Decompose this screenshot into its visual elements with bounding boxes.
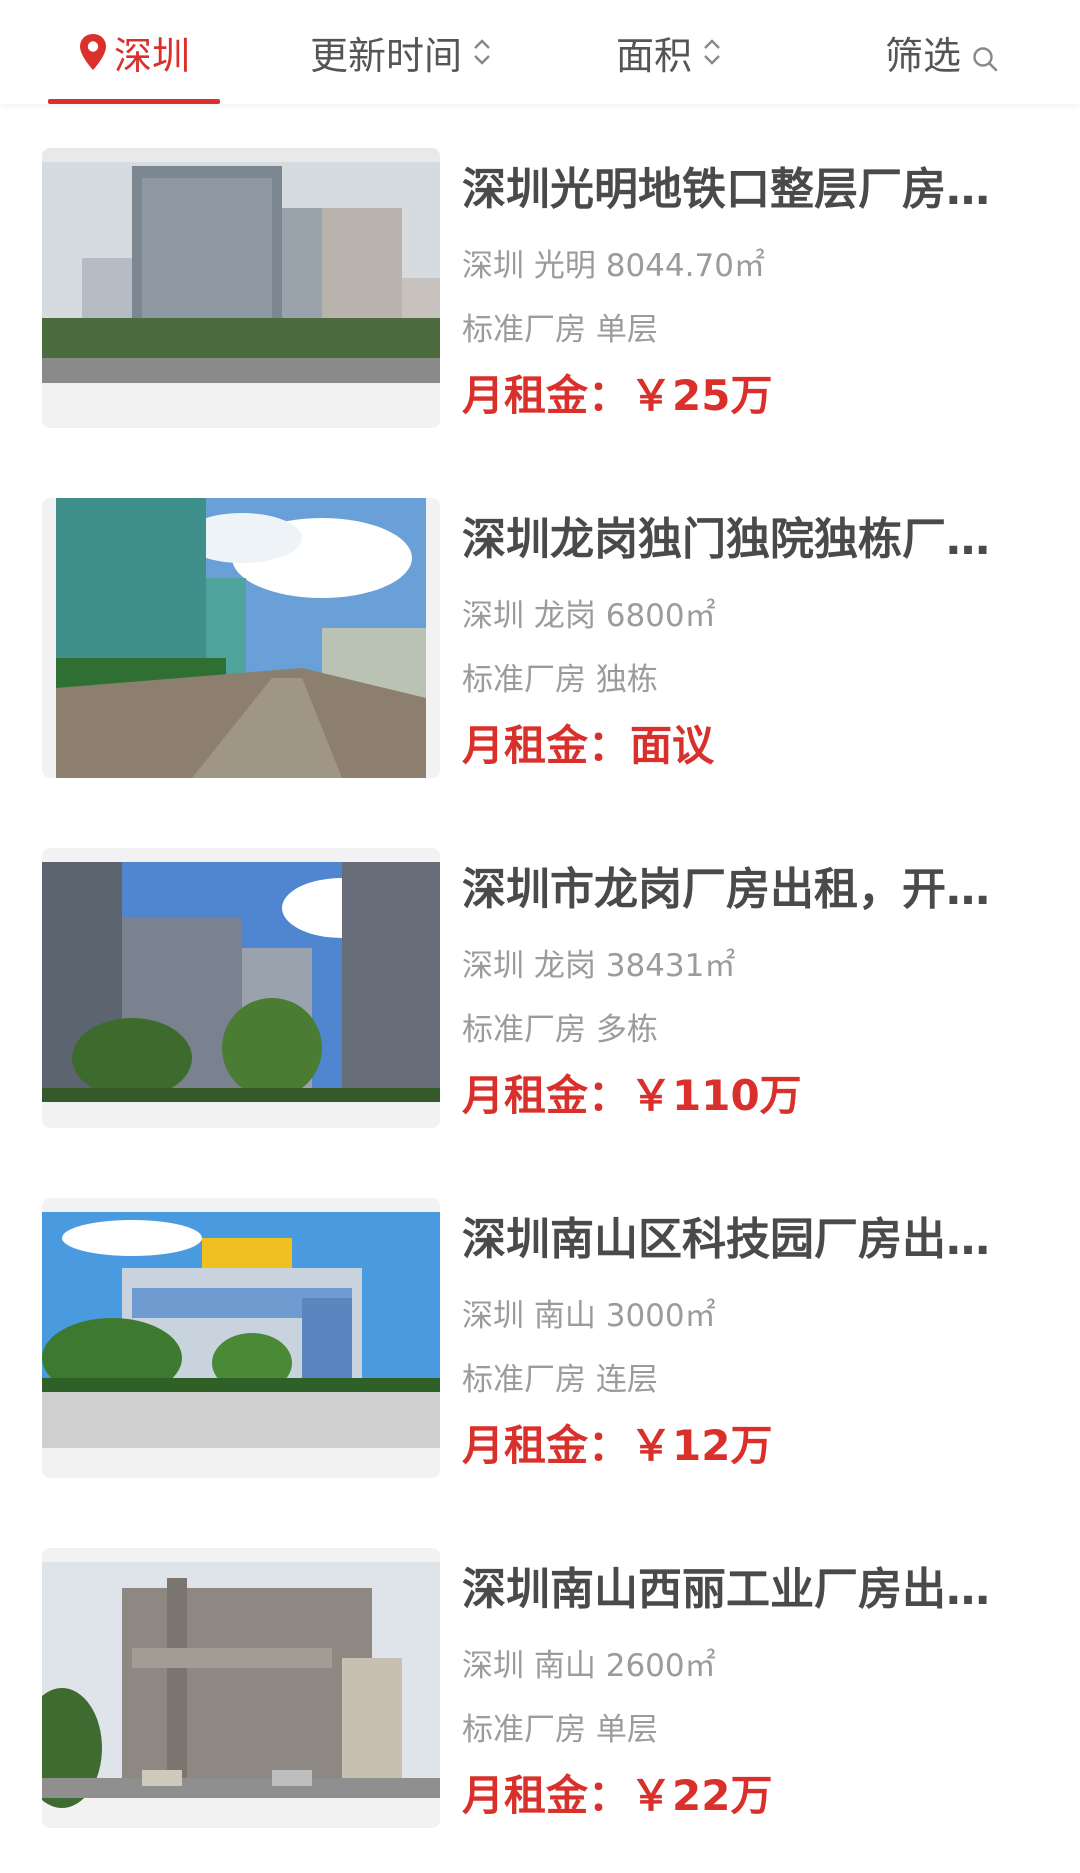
listing-type-floor: 标准厂房 多栋: [462, 1010, 658, 1050]
price-value: 面议: [630, 721, 715, 770]
price-value: ￥110万: [630, 1071, 802, 1120]
listing-title[interactable]: 深圳市龙岗厂房出租，开…: [462, 862, 1002, 918]
price-label: 月租金：: [462, 371, 631, 420]
listing-type: 标准厂房: [462, 1712, 586, 1748]
listing-card[interactable]: 深圳光明地铁口整层厂房… 深圳 光明 8044.70㎡ 标准厂房 单层 月租金：…: [0, 104, 1080, 454]
price-value: ￥22万: [630, 1771, 773, 1820]
listing-location: 深圳 龙岗: [462, 948, 596, 984]
city-label: 深圳: [113, 33, 190, 78]
tab-sort-area[interactable]: 面积: [602, 0, 738, 104]
building-photo: [42, 1548, 440, 1828]
price-label: 月租金：: [462, 1771, 631, 1820]
listing-location: 深圳 光明: [462, 248, 596, 284]
building-photo: [42, 848, 440, 1128]
listing-price: 月租金：面议: [462, 718, 714, 774]
listing-card[interactable]: 深圳南山区科技园厂房出… 深圳 南山 3000㎡ 标准厂房 连层 月租金：￥12…: [0, 1154, 1080, 1504]
listing-title[interactable]: 深圳龙岗独门独院独栋厂…: [462, 512, 1002, 568]
sort-area-label: 面积: [615, 33, 692, 78]
listing-location-area: 深圳 龙岗 6800㎡: [462, 596, 716, 636]
sort-updown-icon: [470, 32, 494, 72]
listing-photo[interactable]: [42, 1548, 440, 1828]
price-value: ￥12万: [630, 1421, 773, 1470]
sort-updown-icon: [700, 32, 724, 72]
tab-filter[interactable]: 筛选: [872, 0, 1012, 104]
listing-area: 8044.70㎡: [605, 248, 765, 284]
price-value: ￥25万: [630, 371, 773, 420]
listing-type-floor: 标准厂房 单层: [462, 1710, 658, 1750]
tab-sort-update-time[interactable]: 更新时间: [292, 0, 512, 104]
listing-price: 月租金：￥22万: [462, 1768, 772, 1824]
listing-area: 3000㎡: [605, 1298, 716, 1334]
location-pin-icon: [78, 33, 108, 71]
listing-type-floor: 标准厂房 独栋: [462, 660, 658, 700]
listing-floor: 单层: [595, 312, 658, 348]
listing-floor: 单层: [595, 1712, 658, 1748]
price-label: 月租金：: [462, 1071, 631, 1120]
listing-type: 标准厂房: [462, 1362, 586, 1398]
listing-type-floor: 标准厂房 单层: [462, 310, 658, 350]
listing-photo[interactable]: [42, 148, 440, 428]
tab-city[interactable]: 深圳: [48, 0, 220, 104]
listing-area: 6800㎡: [605, 598, 716, 634]
sort-update-label: 更新时间: [309, 33, 462, 78]
price-label: 月租金：: [462, 721, 631, 770]
price-label: 月租金：: [462, 1421, 631, 1470]
listing-photo[interactable]: [42, 1198, 440, 1478]
listing-card[interactable]: 深圳市龙岗厂房出租，开… 深圳 龙岗 38431㎡ 标准厂房 多栋 月租金：￥1…: [0, 804, 1080, 1154]
listing-area: 38431㎡: [605, 948, 736, 984]
listing-type-floor: 标准厂房 连层: [462, 1360, 658, 1400]
filter-bar: 深圳 更新时间 面积 筛选: [0, 0, 1080, 104]
building-photo: [42, 1198, 440, 1478]
building-photo: [42, 498, 440, 778]
listing-price: 月租金：￥110万: [462, 1068, 802, 1124]
listing-type: 标准厂房: [462, 1012, 586, 1048]
listing-location-area: 深圳 南山 3000㎡: [462, 1296, 716, 1336]
search-icon: [971, 38, 999, 72]
listing-type: 标准厂房: [462, 662, 586, 698]
filter-label: 筛选: [884, 33, 961, 78]
listing-price: 月租金：￥12万: [462, 1418, 772, 1474]
listing-title[interactable]: 深圳南山区科技园厂房出…: [462, 1212, 1002, 1268]
listing-location-area: 深圳 光明 8044.70㎡: [462, 246, 765, 286]
listing-location-area: 深圳 龙岗 38431㎡: [462, 946, 735, 986]
listing-photo[interactable]: [42, 848, 440, 1128]
listing-location: 深圳 南山: [462, 1648, 596, 1684]
listing-price: 月租金：￥25万: [462, 368, 772, 424]
listing-area: 2600㎡: [605, 1648, 716, 1684]
listing-location: 深圳 龙岗: [462, 598, 596, 634]
listing-title[interactable]: 深圳南山西丽工业厂房出…: [462, 1562, 1002, 1618]
listing-photo[interactable]: [42, 498, 440, 778]
listing-location-area: 深圳 南山 2600㎡: [462, 1646, 716, 1686]
listing-location: 深圳 南山: [462, 1298, 596, 1334]
listing-type: 标准厂房: [462, 312, 586, 348]
listing-card[interactable]: 深圳南山西丽工业厂房出… 深圳 南山 2600㎡ 标准厂房 单层 月租金：￥22…: [0, 1504, 1080, 1854]
listing-card[interactable]: 深圳龙岗独门独院独栋厂… 深圳 龙岗 6800㎡ 标准厂房 独栋 月租金：面议: [0, 454, 1080, 804]
building-photo: [42, 148, 440, 428]
listing-title[interactable]: 深圳光明地铁口整层厂房…: [462, 162, 1002, 218]
listing-floor: 连层: [595, 1362, 658, 1398]
listing-floor: 多栋: [595, 1012, 658, 1048]
listing-floor: 独栋: [595, 662, 658, 698]
